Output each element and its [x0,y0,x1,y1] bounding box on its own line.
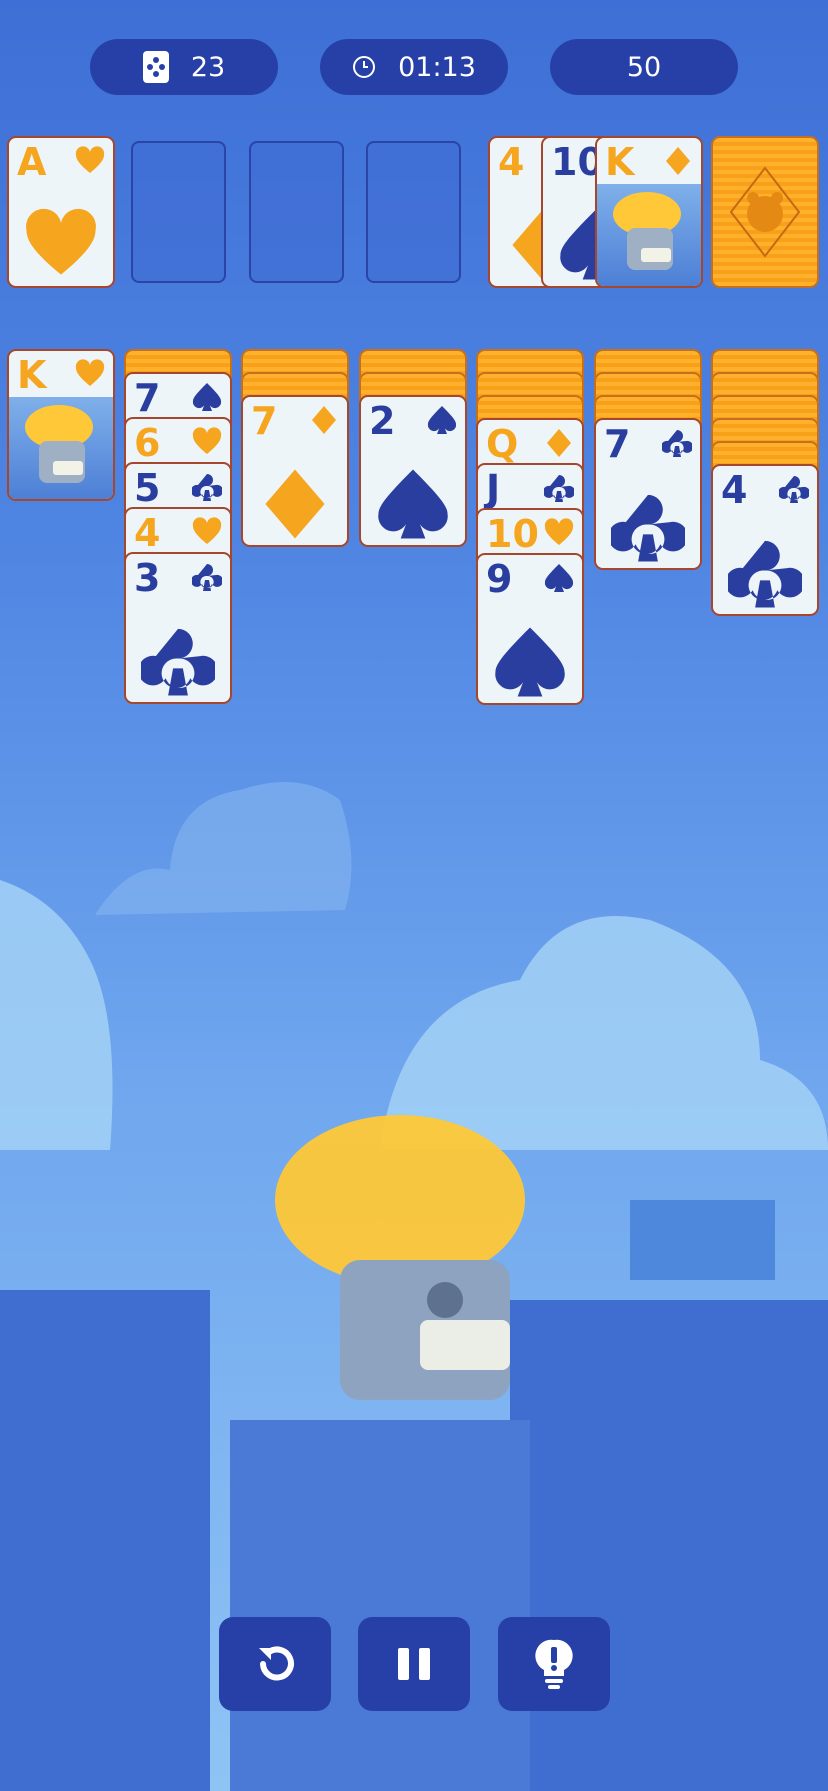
heart-suit-icon [544,518,574,545]
undo-button[interactable] [219,1617,331,1711]
bear-emblem-icon [729,166,801,258]
clock-icon [353,56,376,78]
card-rank: 7 [251,399,278,443]
cloud [380,916,828,1150]
club-suit-icon [192,474,222,501]
club-large-icon [141,628,215,696]
card-3-of-clubs[interactable]: 3 [124,552,232,704]
score-value: 50 [626,51,662,83]
heart-suit-icon [75,146,105,173]
score: 50 [550,39,738,95]
card-2-of-spades[interactable]: 2 [359,395,467,547]
building [0,1290,210,1791]
card-K-of-diamonds[interactable]: K [595,136,703,288]
diamond-suit-icon [312,406,336,434]
pause-icon [398,1648,430,1680]
undo-icon [259,1646,294,1681]
spade-large-icon [495,627,565,697]
hint-button[interactable] [498,1617,610,1711]
card-rank: 4 [134,511,161,555]
lightbulb-hint-icon [535,1639,573,1689]
card-rank: 4 [498,140,525,184]
moves-counter: 23 [90,39,278,95]
card-rank: K [605,140,635,184]
diamond-suit-icon [666,147,690,175]
club-suit-icon [544,475,574,502]
card-rank: K [17,353,47,397]
foundation-slot[interactable] [131,141,226,283]
diamond-suit-icon [547,429,571,457]
club-large-icon [611,494,685,562]
card-rank: 7 [134,376,161,420]
spade-suit-icon [192,383,222,411]
timer: 01:13 [320,39,508,95]
moves-value: 23 [190,51,226,83]
card-rank: A [17,140,47,184]
foundation-slot[interactable] [249,141,344,283]
billboard [630,1200,775,1280]
stock-pile[interactable] [711,136,819,288]
card-rank: Q [486,422,519,466]
card-rank: 3 [134,556,161,600]
card-rank: 5 [134,466,161,510]
pause-button[interactable] [358,1617,470,1711]
card-rank: J [486,467,501,511]
cloud [0,880,113,1150]
card-rank: 7 [604,422,631,466]
spade-large-icon [378,469,448,539]
card-A-of-hearts[interactable]: A [7,136,115,288]
robot-portrait-icon [597,184,701,286]
spade-suit-icon [427,406,457,434]
card-7-of-clubs[interactable]: 7 [594,418,702,570]
club-large-icon [728,540,802,608]
club-suit-icon [662,430,692,457]
card-rank: 10 [486,512,539,556]
foundation-slot[interactable] [366,141,461,283]
card-rank: 9 [486,557,513,601]
club-suit-icon [192,564,222,591]
diamond-large-icon [265,469,325,539]
card-K-of-hearts[interactable]: K [7,349,115,501]
cloud [95,782,352,915]
building [230,1420,530,1791]
card-9-of-spades[interactable]: 9 [476,553,584,705]
club-suit-icon [779,476,809,503]
heart-suit-icon [192,517,222,544]
robot-portrait-icon [9,397,113,499]
card-7-of-diamonds[interactable]: 7 [241,395,349,547]
card-rank: 4 [721,468,748,512]
dice-icon [142,51,169,83]
spade-suit-icon [544,564,574,592]
card-rank: 2 [369,399,396,443]
building [510,1300,828,1791]
timer-value: 01:13 [398,51,476,83]
robot-head [275,1115,525,1400]
card-rank: 6 [134,421,161,465]
card-4-of-clubs[interactable]: 4 [711,464,819,616]
heart-suit-icon [192,427,222,454]
heart-large-icon [26,208,96,275]
heart-suit-icon [75,359,105,386]
